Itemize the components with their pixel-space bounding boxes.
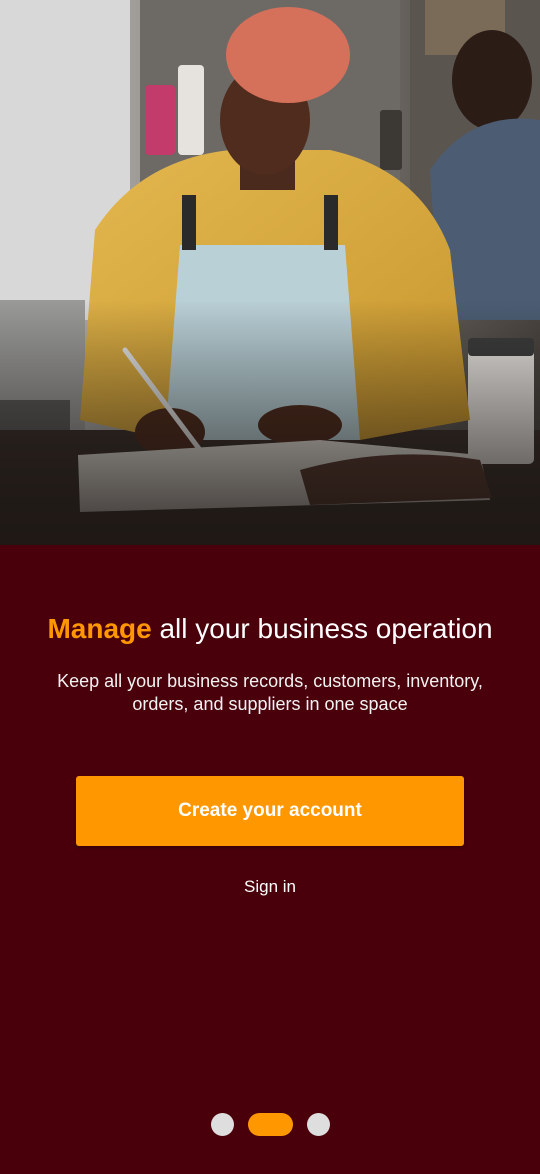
hero-image bbox=[0, 0, 540, 545]
pager-dot[interactable] bbox=[306, 1113, 330, 1136]
headline-rest: all your business operation bbox=[151, 613, 493, 644]
pager-dot-active[interactable] bbox=[247, 1113, 293, 1136]
pager-indicator bbox=[0, 1113, 540, 1136]
pager-dot[interactable] bbox=[210, 1113, 234, 1136]
headline: Manage all your business operation bbox=[0, 610, 540, 648]
headline-accent: Manage bbox=[47, 613, 152, 644]
onboarding-screen: Manage all your business operation Keep … bbox=[0, 0, 540, 1174]
subtitle: Keep all your business records, customer… bbox=[57, 671, 483, 714]
create-account-button[interactable]: Create your account bbox=[76, 776, 464, 846]
sign-in-link[interactable]: Sign in bbox=[200, 874, 340, 900]
